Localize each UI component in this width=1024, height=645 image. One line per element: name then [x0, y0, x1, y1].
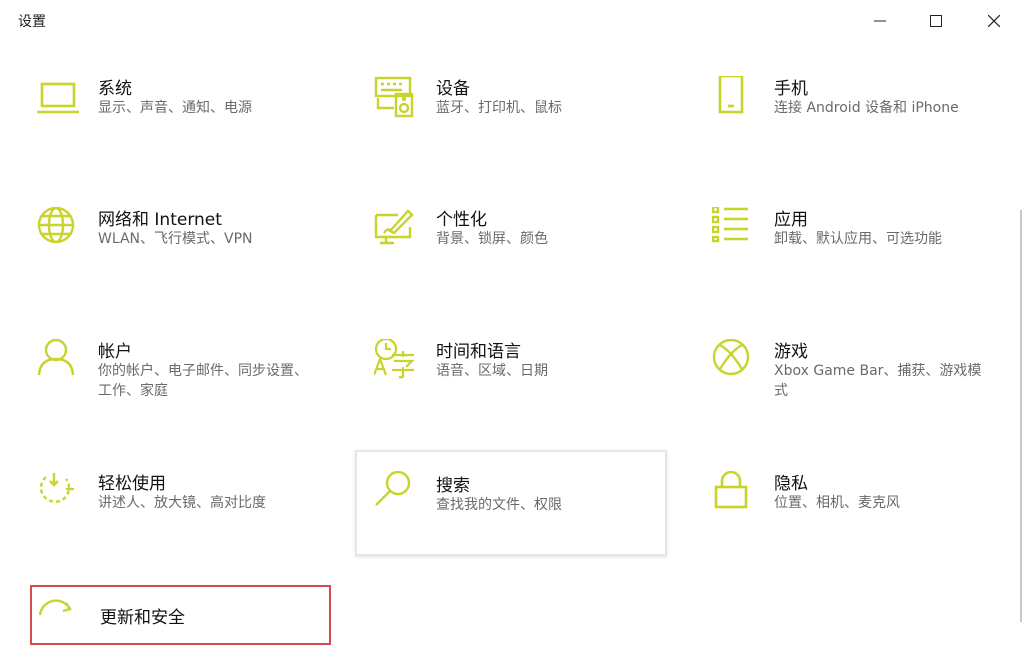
search-icon [374, 471, 422, 519]
close-button[interactable] [966, 0, 1022, 42]
minimize-button[interactable] [852, 0, 908, 42]
tile-accounts[interactable]: 帐户 你的帐户、电子邮件、同步设置、工作、家庭 [36, 339, 346, 443]
tile-update-security[interactable]: 更新和安全 [30, 585, 331, 645]
time-language-icon [374, 339, 422, 387]
tile-name: 帐户 [98, 342, 132, 362]
tile-privacy[interactable]: 隐私 位置、相机、麦克风 [712, 471, 1022, 575]
tile-name: 网络和 Internet [98, 210, 222, 230]
tile-name: 游戏 [774, 342, 808, 362]
tile-description: 背景、锁屏、颜色 [436, 231, 548, 247]
tile-network[interactable]: 网络和 Internet WLAN、飞行模式、VPN [36, 207, 346, 311]
tile-phone[interactable]: 手机 连接 Android 设备和 iPhone [712, 76, 1022, 180]
tile-name: 更新和安全 [100, 608, 185, 628]
apps-list-icon [712, 207, 760, 255]
tile-name: 搜索 [436, 476, 470, 496]
person-icon [36, 339, 84, 387]
window-title: 设置 [18, 14, 46, 30]
tile-description: 你的帐户、电子邮件、同步设置、工作、家庭 [98, 363, 308, 399]
close-icon [988, 15, 1000, 27]
tile-description: 查找我的文件、权限 [436, 497, 562, 513]
ease-of-access-icon [36, 471, 84, 519]
update-icon [36, 597, 84, 645]
xbox-icon [712, 339, 760, 387]
maximize-button[interactable] [908, 0, 964, 42]
tile-description: 讲述人、放大镜、高对比度 [98, 495, 266, 511]
maximize-icon [930, 15, 942, 27]
tile-description: 连接 Android 设备和 iPhone [774, 100, 959, 116]
phone-icon [712, 76, 760, 124]
tile-description: Xbox Game Bar、捕获、游戏模式 [774, 363, 982, 399]
tile-devices[interactable]: 设备 蓝牙、打印机、鼠标 [374, 76, 684, 180]
tile-name: 个性化 [436, 210, 487, 230]
laptop-icon [36, 76, 84, 124]
globe-icon [36, 207, 84, 255]
tile-description: 语音、区域、日期 [436, 363, 548, 379]
tile-description: 蓝牙、打印机、鼠标 [436, 100, 562, 116]
tile-name: 手机 [774, 79, 808, 99]
tile-description: WLAN、飞行模式、VPN [98, 231, 253, 247]
tile-apps[interactable]: 应用 卸载、默认应用、可选功能 [712, 207, 1022, 311]
lock-icon [712, 471, 760, 519]
keyboard-speaker-icon [374, 76, 422, 124]
title-bar: 设置 [0, 0, 1024, 42]
tile-personalization[interactable]: 个性化 背景、锁屏、颜色 [374, 207, 684, 311]
tile-system[interactable]: 系统 显示、声音、通知、电源 [36, 76, 346, 180]
tile-name: 设备 [436, 79, 470, 99]
tile-gaming[interactable]: 游戏 Xbox Game Bar、捕获、游戏模式 [712, 339, 1022, 443]
tile-description: 卸载、默认应用、可选功能 [774, 231, 942, 247]
tile-ease-of-access[interactable]: 轻松使用 讲述人、放大镜、高对比度 [36, 471, 346, 575]
tile-description: 位置、相机、麦克风 [774, 495, 900, 511]
tile-search[interactable]: 搜索 查找我的文件、权限 [355, 450, 667, 556]
paint-brush-icon [374, 207, 422, 255]
tile-name: 轻松使用 [98, 474, 166, 494]
tile-name: 应用 [774, 210, 808, 230]
tile-name: 时间和语言 [436, 342, 521, 362]
tile-name: 系统 [98, 79, 132, 99]
tile-description: 显示、声音、通知、电源 [98, 100, 252, 116]
minimize-icon [874, 20, 886, 22]
tile-time-language[interactable]: 时间和语言 语音、区域、日期 [374, 339, 684, 443]
tile-name: 隐私 [774, 474, 808, 494]
